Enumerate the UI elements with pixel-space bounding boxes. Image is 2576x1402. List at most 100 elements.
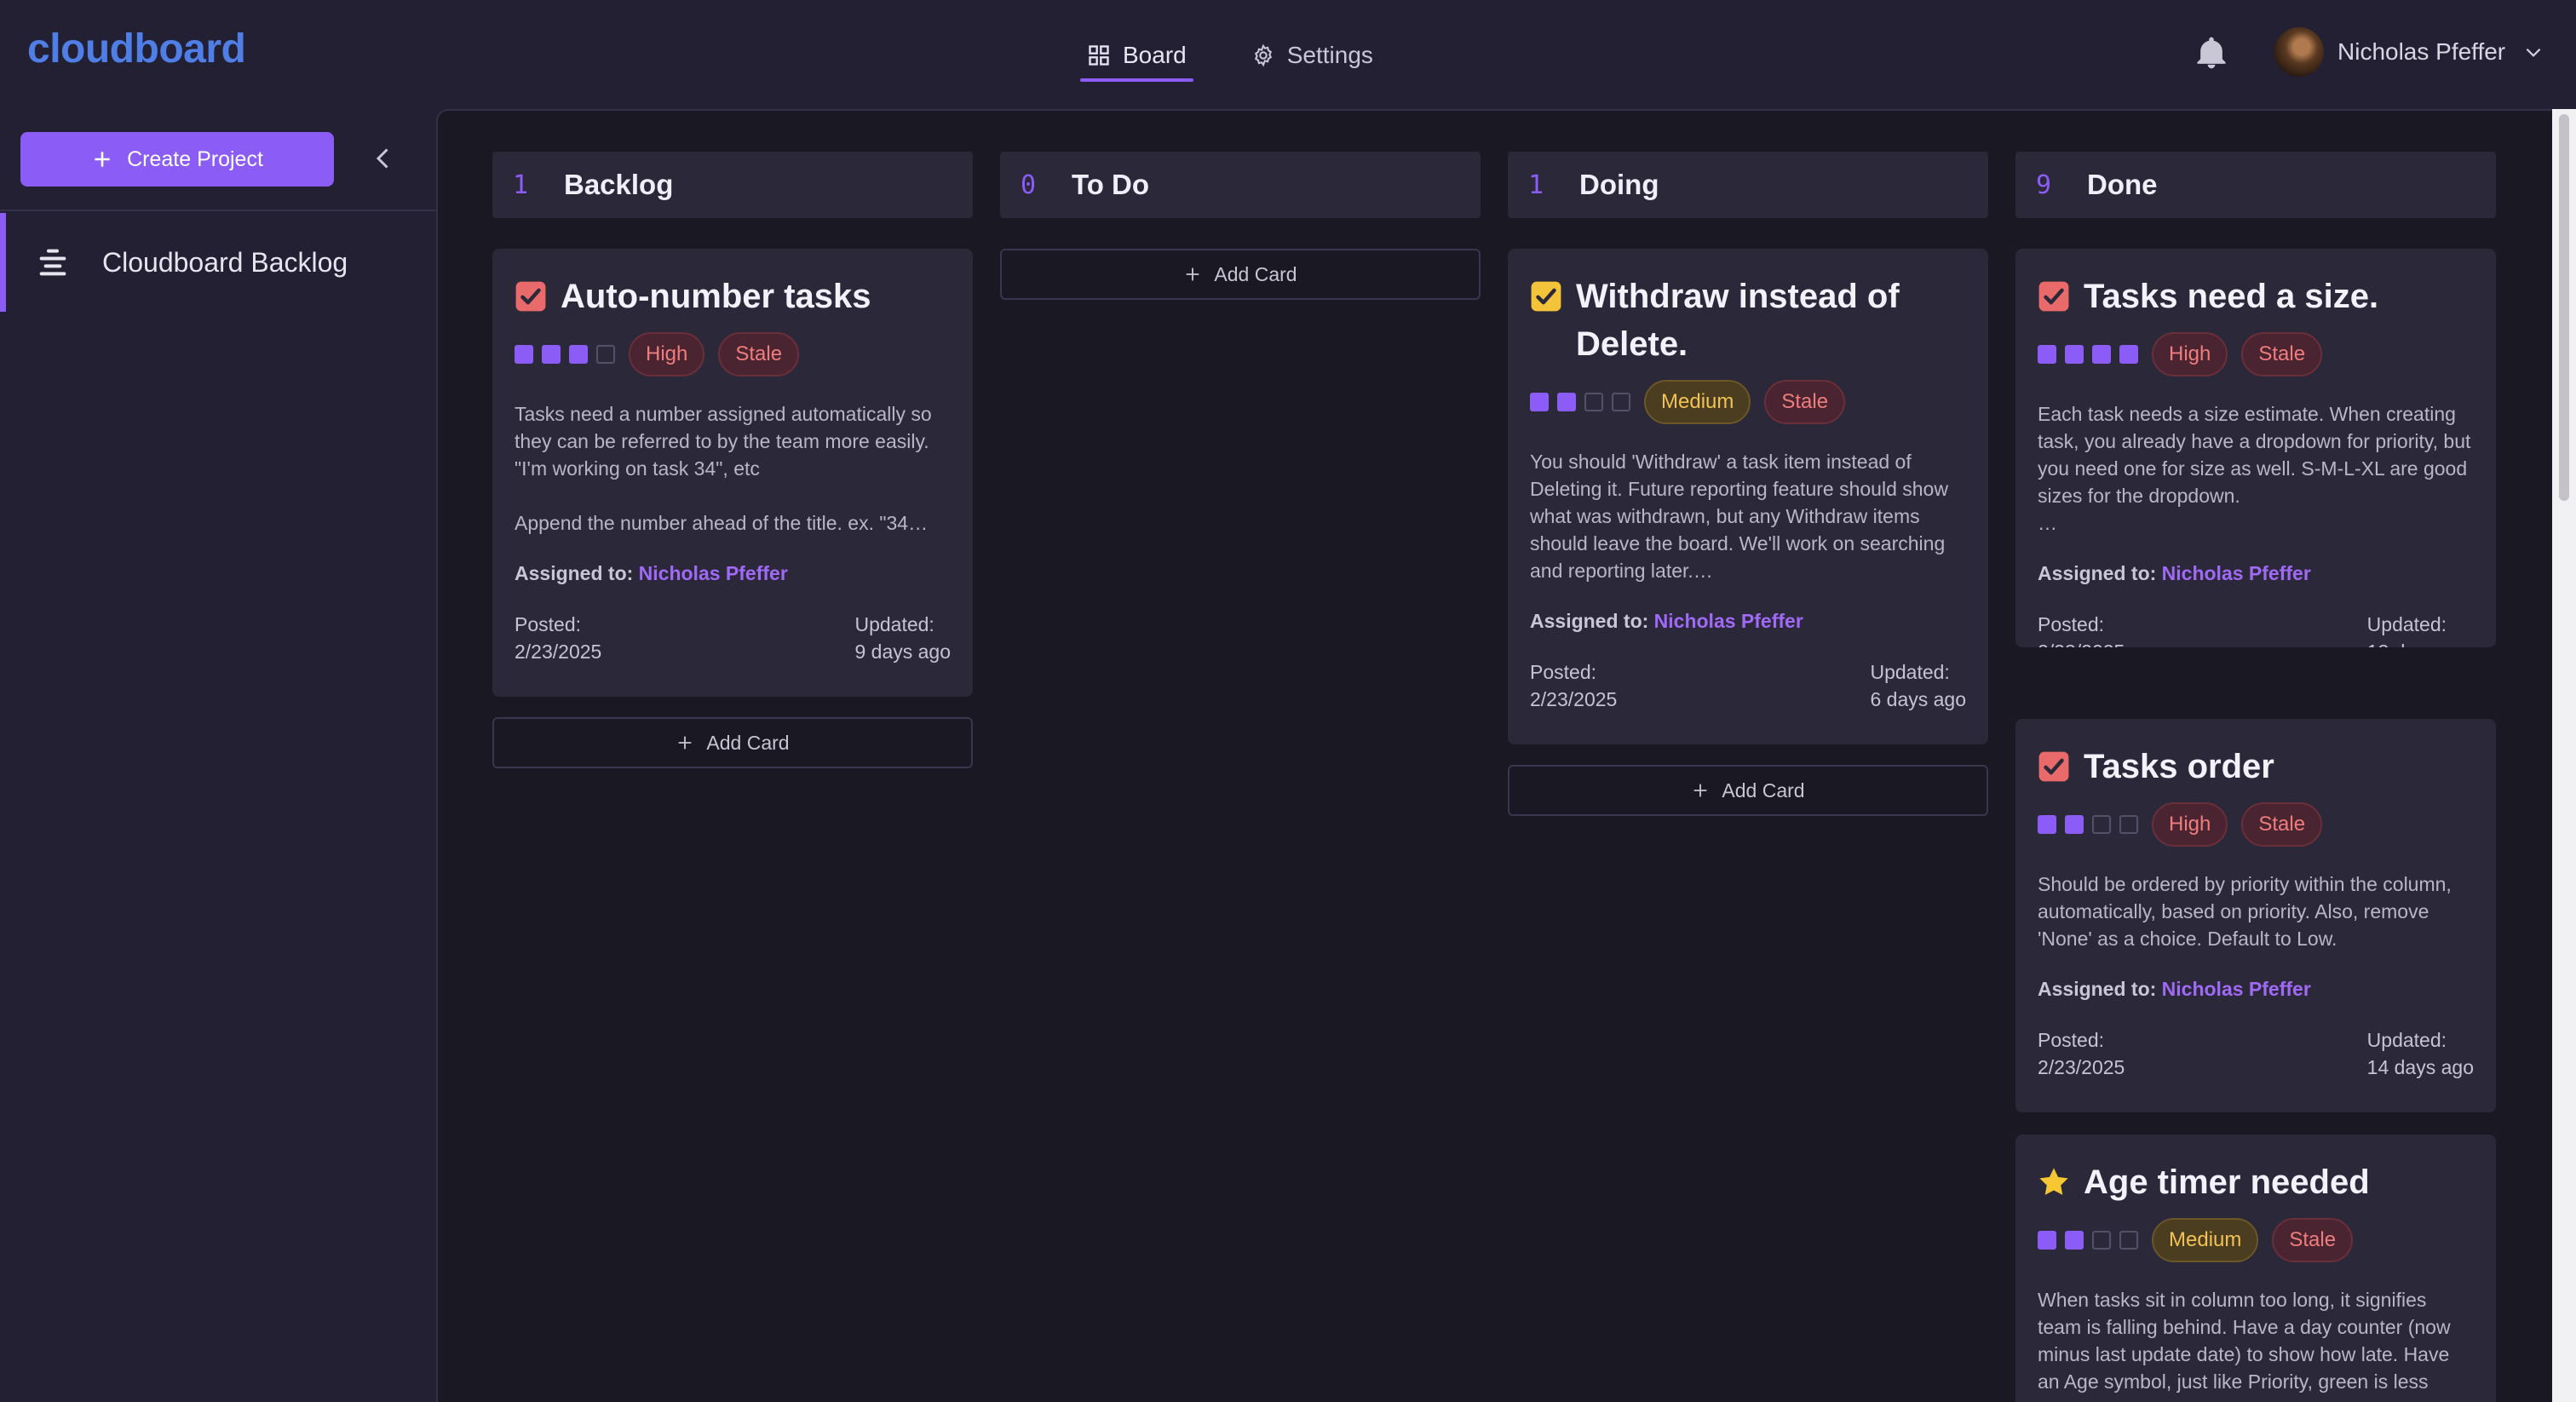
user-name: Nicholas Pfeffer (2337, 38, 2506, 65)
size-indicator (2065, 1231, 2084, 1250)
column-title: Backlog (564, 169, 674, 200)
card-title-row: Age timer needed (2038, 1158, 2474, 1206)
add-card-button[interactable]: Add Card (1000, 249, 1481, 300)
size-indicator (2119, 815, 2138, 834)
size-indicator (2065, 345, 2084, 364)
task-card[interactable]: Auto-number tasks High Stale Tasks need a n… (492, 249, 973, 697)
card-assignee: Assigned to: Nicholas Pfeffer (1530, 610, 1966, 633)
assignee-link[interactable]: Nicholas Pfeffer (1654, 610, 1803, 632)
avatar (2274, 27, 2324, 77)
nav-settings-label: Settings (1286, 42, 1373, 68)
gear-icon (1254, 43, 1272, 67)
posted-label: Posted: (515, 613, 581, 635)
assignee-link[interactable]: Nicholas Pfeffer (2162, 978, 2311, 1000)
posted-label: Posted: (2038, 1029, 2104, 1051)
checked-box-red-icon[interactable] (2038, 750, 2070, 783)
updated-date: 13 days ago (2367, 638, 2474, 647)
task-card[interactable]: Age timer needed Medium Stale When tasks si… (2015, 1135, 2496, 1402)
card-description: Tasks need a number assigned automatical… (515, 403, 932, 534)
card-meta: High Stale (2038, 332, 2474, 376)
sidebar: Create Project Cloudboard Backlog (0, 109, 436, 1402)
size-indicator (2038, 815, 2056, 834)
active-indicator (0, 213, 6, 312)
size-indicator (2065, 815, 2084, 834)
card-title-row: Tasks need a size. (2038, 273, 2474, 320)
column-title: Done (2087, 169, 2158, 200)
size-indicator (1612, 393, 1630, 411)
plus-icon (1187, 267, 1199, 281)
task-card[interactable]: Withdraw instead of Delete. Medium Stale Yo… (1508, 249, 1988, 744)
priority-badge: Medium (2152, 1218, 2259, 1262)
sidebar-item-label: Cloudboard Backlog (102, 247, 348, 278)
card-description: Should be ordered by priority within the… (2038, 873, 2452, 950)
nav-board[interactable]: Board (1080, 32, 1193, 82)
updated-label: Updated: (854, 613, 934, 635)
card-dates: Posted: 2/23/2025 Updated: 13 days ago (2038, 611, 2474, 647)
create-project-button[interactable]: Create Project (20, 132, 334, 187)
column-header: 1 Doing (1508, 152, 1988, 218)
add-card-button[interactable]: Add Card (1508, 765, 1988, 816)
add-card-label: Add Card (1214, 262, 1297, 285)
card-title: Age timer needed (2084, 1164, 2370, 1201)
card-assignee: Assigned to: Nicholas Pfeffer (2038, 978, 2474, 1001)
column-count: 9 (2036, 170, 2052, 200)
posted-label: Posted: (2038, 613, 2104, 635)
assignee-link[interactable]: Nicholas Pfeffer (639, 562, 788, 584)
card-title: Tasks order (2084, 748, 2274, 785)
size-indicator (1584, 393, 1603, 411)
card-title-row: Tasks order (2038, 743, 2474, 790)
column-backlog: 1 Backlog Auto-number tasks High Stale Task… (492, 152, 973, 768)
plus-icon (679, 736, 692, 750)
posted-date: 2/23/2025 (515, 641, 602, 663)
card-title: Withdraw instead of Delete. (1576, 278, 1900, 363)
posted-block: Posted: 2/23/2025 (1530, 658, 1617, 713)
card-description: You should 'Withdraw' a task item instea… (1530, 451, 1948, 582)
chevron-down-icon (2526, 48, 2541, 57)
card-description: Each task needs a size estimate. When cr… (2038, 403, 2471, 534)
stale-badge: Stale (2241, 332, 2323, 376)
nav-settings[interactable]: Settings (1245, 32, 1380, 78)
posted-date: 2/23/2025 (2038, 1056, 2125, 1078)
checked-box-red-icon[interactable] (2038, 280, 2070, 313)
checked-box-yellow-icon[interactable] (1530, 280, 1562, 313)
task-card[interactable]: Tasks order High Stale Should be ordered by… (2015, 719, 2496, 1112)
size-indicator (569, 345, 588, 364)
add-card-label: Add Card (1722, 779, 1805, 802)
user-menu[interactable]: Nicholas Pfeffer (2274, 27, 2544, 77)
posted-date: 2/23/2025 (2038, 638, 2125, 647)
size-indicator (2038, 1231, 2056, 1250)
stale-badge: Stale (1764, 380, 1846, 424)
checked-box-red-icon[interactable] (515, 280, 547, 313)
card-description: When tasks sit in column too long, it si… (2038, 1289, 2451, 1393)
plus-icon (1694, 784, 1707, 797)
chevron-left-icon[interactable] (368, 143, 399, 174)
size-indicator (2092, 1231, 2111, 1250)
card-meta: Medium Stale (1530, 380, 1966, 424)
posted-label: Posted: (1530, 661, 1596, 683)
card-meta: Medium Stale (2038, 1218, 2474, 1262)
sidebar-item-cloudboard-backlog[interactable]: Cloudboard Backlog (0, 213, 436, 312)
scrollbar-thumb[interactable] (2559, 114, 2569, 501)
card-meta: High Stale (515, 332, 951, 376)
create-project-label: Create Project (127, 147, 263, 171)
card-title: Auto-number tasks (561, 278, 871, 315)
size-indicator (515, 345, 533, 364)
star-icon[interactable] (2038, 1166, 2070, 1198)
app-logo[interactable]: cloudboard (27, 26, 246, 72)
size-indicator (1530, 393, 1549, 411)
card-meta: High Stale (2038, 802, 2474, 847)
updated-label: Updated: (2366, 1029, 2447, 1051)
size-indicator (2038, 345, 2056, 364)
card-assignee: Assigned to: Nicholas Pfeffer (2038, 562, 2474, 585)
task-card[interactable]: Tasks need a size. High Stale Each task nee… (2015, 249, 2496, 647)
card-dates: Posted: 2/23/2025 Updated: 14 days ago (2038, 1026, 2474, 1081)
grid-icon (1089, 45, 1109, 66)
column-title: To Do (1072, 169, 1150, 200)
column-count: 1 (513, 170, 529, 200)
priority-badge: High (629, 332, 705, 376)
assignee-link[interactable]: Nicholas Pfeffer (2162, 562, 2311, 584)
bell-icon[interactable] (2193, 34, 2230, 72)
add-card-button[interactable]: Add Card (492, 717, 973, 768)
align-center-icon (39, 249, 66, 276)
updated-date: 6 days ago (1870, 688, 1966, 710)
